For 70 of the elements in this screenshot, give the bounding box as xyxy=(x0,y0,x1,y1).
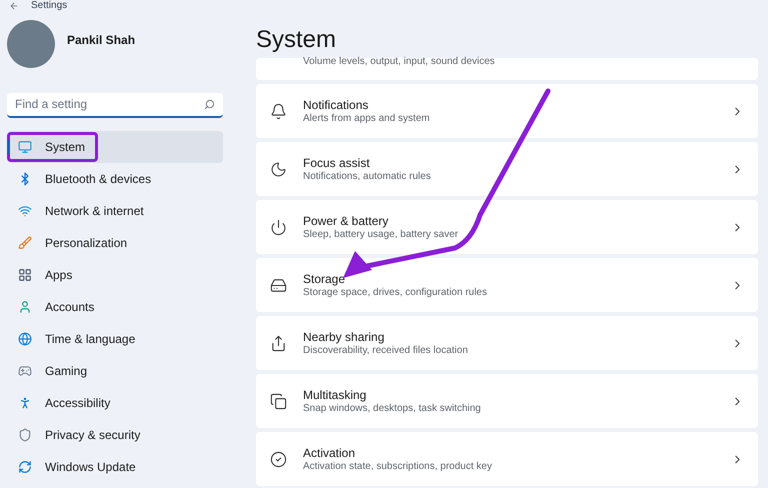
sidebar-item[interactable]: Accessibility xyxy=(7,387,223,419)
sidebar-item[interactable]: System xyxy=(7,131,223,163)
update-icon xyxy=(18,460,32,474)
sidebar-item[interactable]: Personalization xyxy=(7,227,223,259)
card-subtitle: Snap windows, desktops, task switching xyxy=(303,402,482,414)
card-title: Notifications xyxy=(303,98,370,112)
settings-card[interactable]: Multitasking Snap windows, desktops, task switching xyxy=(256,374,758,428)
sidebar-item[interactable]: Time & language xyxy=(7,323,223,355)
card-subtitle: Discoverability, received files location xyxy=(303,344,469,356)
card-title: Power & battery xyxy=(303,214,390,228)
sidebar-item[interactable]: Privacy & security xyxy=(7,419,223,451)
settings-card[interactable]: Focus assist Notifications, automatic rules xyxy=(256,142,758,196)
sidebar-label: Time & language xyxy=(45,331,136,348)
sidebar-label: Network & internet xyxy=(45,203,144,220)
apps-icon xyxy=(18,268,32,282)
person-icon xyxy=(18,300,32,314)
sidebar-label: Windows Update xyxy=(45,459,136,476)
sidebar-label: Apps xyxy=(45,267,72,284)
sidebar-label: Gaming xyxy=(45,363,88,380)
settings-card[interactable]: Activation Activation state, subscriptions, product key xyxy=(256,432,758,486)
accessibility-icon xyxy=(18,396,32,410)
avatar-placeholder xyxy=(7,20,55,68)
moon-icon xyxy=(270,160,287,178)
sidebar-label: Accounts xyxy=(45,299,94,316)
settings-card[interactable]: Power & battery Sleep, battery usage, battery saver xyxy=(256,200,758,254)
card-subtitle: Volume levels, output, input, sound devices xyxy=(303,56,495,67)
back-icon[interactable] xyxy=(9,1,19,11)
settings-card[interactable]: Notifications Alerts from apps and system xyxy=(256,84,758,138)
card-subtitle: Activation state, subscriptions, product key xyxy=(303,460,493,472)
window-title: Settings xyxy=(31,1,68,11)
check-circle-icon xyxy=(270,450,287,468)
monitor-icon xyxy=(18,140,32,154)
sidebar-item[interactable]: Bluetooth & devices xyxy=(7,163,223,195)
sidebar-label: Bluetooth & devices xyxy=(45,171,152,188)
drive-icon xyxy=(270,276,287,294)
card-subtitle: Alerts from apps and system xyxy=(303,112,431,124)
globe-icon xyxy=(18,332,32,346)
sidebar-item[interactable]: Gaming xyxy=(7,355,223,387)
settings-card[interactable]: Volume levels, output, input, sound devices xyxy=(256,58,758,80)
gamepad-icon xyxy=(18,364,32,378)
card-subtitle: Sleep, battery usage, battery saver xyxy=(303,228,460,240)
shield-icon xyxy=(18,428,32,442)
card-title: Multitasking xyxy=(303,388,368,402)
selection-indicator xyxy=(7,140,10,154)
page-title: System xyxy=(256,25,338,55)
sidebar-item[interactable]: Accounts xyxy=(7,291,223,323)
card-title: Nearby sharing xyxy=(303,330,386,344)
card-title: Focus assist xyxy=(303,156,371,170)
card-title: Activation xyxy=(303,446,356,460)
sidebar-item[interactable]: Apps xyxy=(7,259,223,291)
sidebar-label: Privacy & security xyxy=(45,427,140,444)
share-icon xyxy=(270,334,287,352)
wifi-icon xyxy=(18,204,32,218)
settings-card[interactable]: Storage Storage space, drives, configuration rules xyxy=(256,258,758,312)
brush-icon xyxy=(18,236,32,250)
card-subtitle: Storage space, drives, configuration rules xyxy=(303,286,488,298)
sidebar-label: Accessibility xyxy=(45,395,110,412)
search-field[interactable]: Find a setting xyxy=(7,92,223,118)
settings-card[interactable]: Nearby sharing Discoverability, received files location xyxy=(256,316,758,370)
sidebar-label: System xyxy=(45,139,86,156)
windows-icon xyxy=(270,392,287,410)
user-name: Pankil Shah xyxy=(67,32,136,49)
sidebar-label: Personalization xyxy=(45,235,128,252)
bell-icon xyxy=(270,102,287,120)
card-subtitle: Notifications, automatic rules xyxy=(303,170,432,182)
search-icon xyxy=(204,99,215,110)
sidebar-item[interactable]: Windows Update xyxy=(7,451,223,483)
card-title: Storage xyxy=(303,272,346,286)
sidebar-item[interactable]: Network & internet xyxy=(7,195,223,227)
power-icon xyxy=(270,218,287,236)
